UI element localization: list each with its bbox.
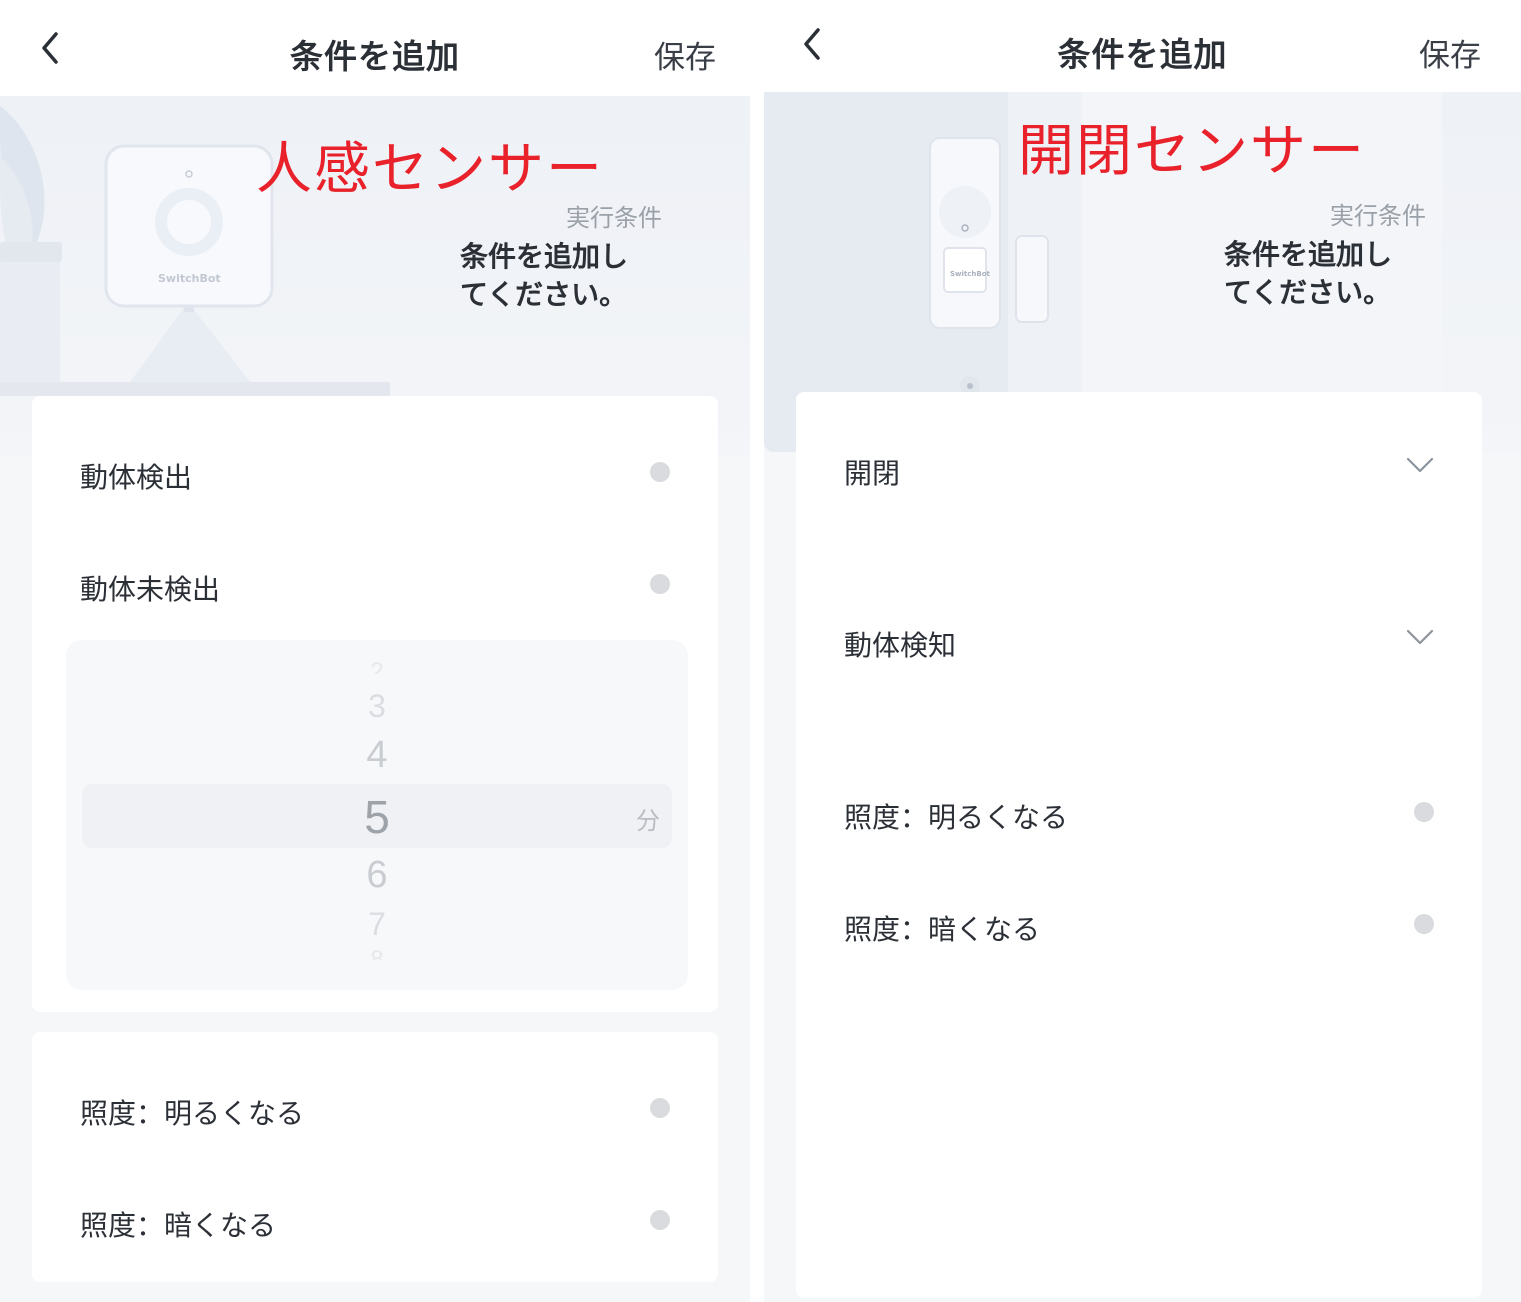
radio-button[interactable] <box>650 1098 670 1118</box>
plant-illustration <box>0 106 62 386</box>
picker-selected-value: 5 <box>364 791 390 843</box>
execution-condition-label: 実行条件 <box>566 204 662 232</box>
picker-value: 8 <box>66 948 688 960</box>
add-condition-prompt: 条件を追加し てください。 <box>460 238 680 314</box>
page-title: 条件を追加 <box>290 37 460 76</box>
duration-picker[interactable]: 2 3 4 5 6 7 8 分 <box>66 640 688 990</box>
option-label: 照度：暗くなる <box>80 1209 277 1242</box>
option-label: 動体未検出 <box>80 573 221 606</box>
page-title: 条件を追加 <box>1057 35 1228 74</box>
right-screen: 条件を追加 保存 SwitchBot 開閉センサー 実行条件 条件を追加し てく… <box>764 0 1521 1302</box>
option-label: 照度：明るくなる <box>844 801 1069 834</box>
illuminance-condition-card: 照度：明るくなる 照度：暗くなる <box>32 1032 718 1282</box>
left-screen: 条件を追加 保存 SwitchBot 人感センサー 実行条件 条件を追加し てく… <box>0 0 750 1302</box>
save-button[interactable]: 保存 <box>1419 30 1481 75</box>
option-brightness-up[interactable]: 照度：明るくなる <box>32 1078 718 1138</box>
picker-value: 4 <box>366 734 388 776</box>
execution-condition-label: 実行条件 <box>1330 202 1426 230</box>
option-brightness-down[interactable]: 照度：暗くなる <box>32 1190 718 1250</box>
option-label: 動体検出 <box>80 461 193 494</box>
prompt-line-2: てください。 <box>460 278 628 311</box>
chevron-down-icon <box>1406 629 1434 645</box>
motion-condition-card: 動体検出 動体未検出 2 3 4 5 6 7 8 分 <box>32 396 718 1012</box>
add-condition-prompt: 条件を追加し てください。 <box>1224 236 1444 312</box>
option-brightness-up[interactable]: 照度：明るくなる <box>796 782 1482 842</box>
radio-button[interactable] <box>650 1210 670 1230</box>
option-brightness-down[interactable]: 照度：暗くなる <box>796 894 1482 954</box>
sensor-annotation: 開閉センサー <box>1018 119 1366 184</box>
picker-unit: 分 <box>636 807 660 835</box>
picker-value: 6 <box>366 854 388 896</box>
option-label: 照度：暗くなる <box>844 913 1041 946</box>
condition-card: 開閉 動体検知 照度：明るくなる 照度：暗くなる <box>796 392 1482 1298</box>
motion-sensor-illustration <box>104 144 274 382</box>
expand-open-close[interactable]: 開閉 <box>796 438 1482 498</box>
radio-button[interactable] <box>650 574 670 594</box>
picker-value: 3 <box>368 688 386 724</box>
prompt-line-1: 条件を追加し <box>1224 238 1393 271</box>
sensor-annotation: 人感センサー <box>256 137 604 202</box>
option-label: 照度：明るくなる <box>80 1097 305 1130</box>
expand-motion-detection[interactable]: 動体検知 <box>796 610 1482 670</box>
radio-button[interactable] <box>1414 914 1434 934</box>
device-brand-label: SwitchBot <box>158 272 221 285</box>
option-label: 開閉 <box>844 457 901 490</box>
chevron-down-icon <box>1406 457 1434 473</box>
prompt-line-1: 条件を追加し <box>460 240 629 273</box>
nav-bar: 条件を追加 保存 <box>764 0 1521 92</box>
save-button[interactable]: 保存 <box>654 32 716 77</box>
picker-value: 7 <box>368 906 386 942</box>
option-label: 動体検知 <box>844 629 957 662</box>
device-brand-label: SwitchBot <box>950 270 990 278</box>
picker-value: 2 <box>370 660 384 674</box>
prompt-line-2: てください。 <box>1224 276 1392 309</box>
nav-bar: 条件を追加 保存 <box>0 0 750 96</box>
radio-button[interactable] <box>1414 802 1434 822</box>
radio-button[interactable] <box>650 462 670 482</box>
option-motion-not-detected[interactable]: 動体未検出 <box>32 554 718 614</box>
option-motion-detected[interactable]: 動体検出 <box>32 442 718 502</box>
